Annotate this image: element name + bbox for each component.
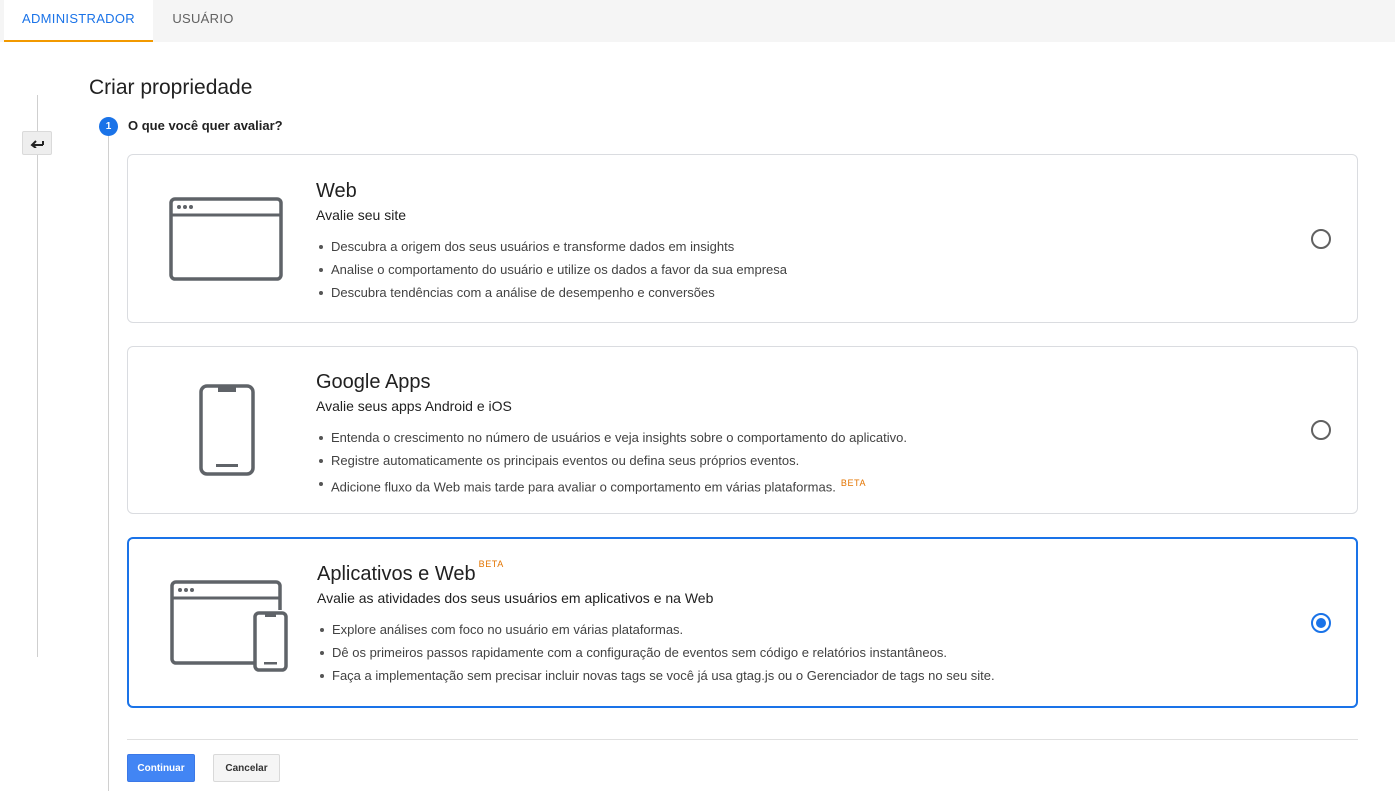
bullet-item: Faça a implementação sem precisar inclui…: [317, 664, 995, 687]
radio-web[interactable]: [1311, 229, 1331, 249]
step-label: O que você quer avaliar?: [128, 118, 283, 133]
bullet-item: Adicione fluxo da Web mais tarde para av…: [316, 472, 907, 495]
bullet-item: Analise o comportamento do usuário e uti…: [316, 258, 787, 281]
option-bullets: Descubra a origem dos seus usuários e tr…: [316, 235, 787, 304]
smartphone-icon: [199, 384, 255, 476]
radio-google-apps[interactable]: [1311, 420, 1331, 440]
option-title: Google Apps: [316, 371, 431, 393]
option-subtitle: Avalie seu site: [316, 207, 407, 223]
option-title: Web: [316, 180, 357, 202]
option-title-text: Aplicativos e Web: [317, 563, 476, 585]
beta-badge: BETA: [840, 478, 867, 488]
browser-window-icon: [169, 197, 283, 281]
bullet-item: Entenda o crescimento no número de usuár…: [316, 426, 907, 449]
top-tab-bar: ADMINISTRADOR USUÁRIO: [0, 0, 1395, 42]
back-button[interactable]: [22, 131, 52, 155]
option-title: Aplicativos e Web BETA: [317, 559, 504, 586]
option-card-apps-and-web[interactable]: Aplicativos e Web BETA Avalie as atividad…: [127, 537, 1358, 708]
beta-badge: BETA: [478, 559, 504, 569]
bullet-item: Descubra tendências com a análise de des…: [316, 281, 787, 304]
option-subtitle: Avalie seus apps Android e iOS: [316, 398, 512, 414]
step-connector-line: [108, 136, 109, 791]
page-title: Criar propriedade: [89, 76, 253, 99]
continue-button[interactable]: Continuar: [127, 754, 195, 782]
bullet-item: Explore análises com foco no usuário em …: [317, 618, 995, 641]
step-number-badge: 1: [99, 117, 118, 136]
cancel-button[interactable]: Cancelar: [213, 754, 280, 782]
tab-administrador[interactable]: ADMINISTRADOR: [4, 0, 153, 42]
back-arrow-icon: [30, 140, 44, 148]
option-subtitle: Avalie as atividades dos seus usuários e…: [317, 590, 714, 606]
tab-usuario[interactable]: USUÁRIO: [160, 0, 246, 42]
bullet-item: Dê os primeiros passos rapidamente com a…: [317, 641, 995, 664]
bullet-item: Registre automaticamente os principais e…: [316, 449, 907, 472]
section-divider: [127, 739, 1358, 740]
left-rail-divider: [37, 95, 38, 657]
option-card-web[interactable]: Web Avalie seu site Descubra a origem do…: [127, 154, 1358, 323]
radio-apps-and-web[interactable]: [1311, 613, 1331, 633]
browser-and-phone-icon: [170, 580, 288, 672]
bullet-text: Adicione fluxo da Web mais tarde para av…: [331, 479, 836, 495]
option-bullets: Entenda o crescimento no número de usuár…: [316, 426, 907, 495]
bullet-item: Descubra a origem dos seus usuários e tr…: [316, 235, 787, 258]
option-card-google-apps[interactable]: Google Apps Avalie seus apps Android e i…: [127, 346, 1358, 514]
option-bullets: Explore análises com foco no usuário em …: [317, 618, 995, 687]
